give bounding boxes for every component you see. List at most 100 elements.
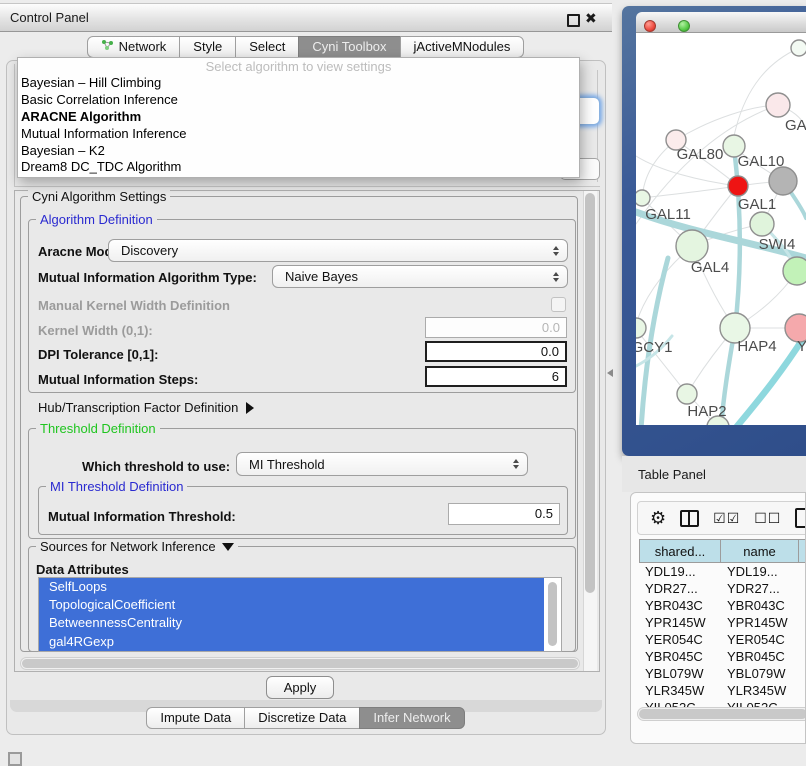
algorithm-option[interactable]: Basic Correlation Inference	[18, 92, 579, 109]
attribute-item[interactable]: TopologicalCoefficient	[39, 596, 544, 614]
network-edge	[642, 186, 738, 198]
hidden-groupbox-bottom-border	[14, 186, 600, 187]
table-row[interactable]: YLR345WYLR345W9.	[639, 682, 806, 699]
dpi-tolerance-field[interactable]: 0.0	[425, 341, 567, 362]
collapse-down-icon[interactable]	[222, 543, 234, 551]
table-cell: YBL079W	[721, 665, 800, 682]
tab-discretize-data[interactable]: Discretize Data	[244, 707, 360, 729]
table-row[interactable]: YDL19...YDL19...13	[639, 563, 806, 580]
attribute-item[interactable]: gal4RGexp	[39, 633, 544, 651]
network-edge	[676, 105, 778, 140]
mi-threshold-field[interactable]: 0.5	[448, 503, 560, 525]
aracne-mode-select[interactable]: Discovery	[108, 239, 568, 262]
column-header[interactable]	[798, 539, 806, 563]
network-node[interactable]	[769, 167, 797, 195]
float-window-icon[interactable]	[567, 14, 580, 27]
table-cell: YBR043C	[721, 597, 800, 614]
control-panel-title: Control Panel	[10, 10, 89, 25]
node-label: GAL4	[691, 259, 729, 276]
table-body: YDL19...YDL19...13YDR27...YDR27...12YBR0…	[639, 563, 806, 713]
attribute-item[interactable]: BetweennessCentrality	[39, 614, 544, 632]
table-panel-title: Table Panel	[638, 467, 706, 482]
deselect-all-icon[interactable]: ☐☐	[754, 510, 781, 527]
close-icon[interactable]: ✖	[585, 10, 597, 27]
kernel-width-field[interactable]: 0.0	[425, 317, 567, 338]
algorithm-option[interactable]: Bayesian – K2	[18, 143, 579, 160]
table-row[interactable]: YDR27...YDR27...12	[639, 580, 806, 597]
list-scrollbar-thumb[interactable]	[548, 582, 557, 646]
manual-kernel-width-checkbox[interactable]	[551, 297, 566, 312]
horizontal-scrollbar-thumb[interactable]	[22, 659, 578, 668]
tab-network[interactable]: Network	[87, 36, 181, 58]
hub-definition-toggle[interactable]: Hub/Transcription Factor Definition	[38, 400, 254, 415]
document-icon[interactable]	[795, 508, 806, 528]
network-view-window[interactable]: GALGAL80GAL10GAL11GAL1SWI4GAL4GCY1HAP4YH…	[622, 6, 806, 456]
mi-threshold-legend: MI Threshold Definition	[46, 480, 187, 494]
network-node[interactable]	[728, 176, 748, 196]
mi-steps-label: Mutual Information Steps:	[38, 372, 198, 387]
table-row[interactable]: YBR043CYBR043C	[639, 597, 806, 614]
network-node-gal1[interactable]	[750, 212, 774, 236]
table-row[interactable]: YBR045CYBR045C9.	[639, 648, 806, 665]
table-row[interactable]: YBL079WYBL079W	[639, 665, 806, 682]
network-window-title-bar[interactable]	[636, 12, 806, 33]
mi-algorithm-type-value: Naive Bayes	[273, 269, 551, 284]
network-node-gal11[interactable]	[636, 190, 650, 206]
zoom-traffic-icon[interactable]	[678, 20, 690, 32]
tab-jactivemnodules[interactable]: jActiveMNodules	[400, 36, 525, 58]
algorithm-option[interactable]: Dream8 DC_TDC Algorithm	[18, 159, 579, 176]
table-row[interactable]: YER054CYER054C8.	[639, 631, 806, 648]
minimize-traffic-icon[interactable]	[661, 20, 673, 32]
table-header-row: shared...name	[639, 539, 806, 563]
table-horizontal-scrollbar[interactable]	[637, 707, 806, 721]
table-row[interactable]: YPR145WYPR145W9.	[639, 614, 806, 631]
horizontal-scrollbar[interactable]	[20, 657, 580, 670]
tab-select[interactable]: Select	[235, 36, 299, 58]
algorithm-option[interactable]: ARACNE Algorithm	[18, 109, 579, 126]
apply-button[interactable]: Apply	[266, 676, 334, 699]
table-cell: 13	[800, 563, 806, 580]
attribute-item[interactable]: SelfLoops	[39, 578, 544, 596]
tab-cyni-toolbox[interactable]: Cyni Toolbox	[298, 36, 400, 58]
corner-grip-icon[interactable]	[8, 752, 22, 766]
expand-right-icon[interactable]	[246, 402, 254, 414]
network-node-gcy1[interactable]	[636, 318, 646, 338]
control-panel-title-bar[interactable]: Control Panel ✖	[0, 3, 612, 32]
tab-style[interactable]: Style	[179, 36, 236, 58]
node-label: HAP4	[737, 338, 776, 355]
which-threshold-select[interactable]: MI Threshold	[236, 452, 528, 476]
network-canvas[interactable]: GALGAL80GAL10GAL11GAL1SWI4GAL4GCY1HAP4YH…	[636, 33, 806, 425]
mi-algorithm-type-select[interactable]: Naive Bayes	[272, 265, 568, 288]
table-hscrollbar-thumb[interactable]	[639, 709, 806, 719]
split-columns-icon[interactable]	[680, 510, 699, 527]
tab-infer-network[interactable]: Infer Network	[359, 707, 464, 729]
network-node-gal[interactable]	[766, 93, 790, 117]
table-cell: YPR145W	[721, 614, 800, 631]
panel-splitter-arrow[interactable]	[607, 369, 613, 377]
node-label: GAL1	[738, 196, 776, 213]
network-node[interactable]	[791, 40, 806, 56]
tab-label: Network	[119, 37, 167, 57]
column-header[interactable]: shared...	[639, 539, 721, 563]
algorithm-option[interactable]: Mutual Information Inference	[18, 126, 579, 143]
network-node-hap2[interactable]	[677, 384, 697, 404]
combo-arrows-icon	[551, 246, 560, 256]
which-threshold-value: MI Threshold	[237, 457, 511, 472]
table-cell: 12	[800, 580, 806, 597]
data-attributes-list: SelfLoopsTopologicalCoefficientBetweenne…	[38, 577, 562, 652]
close-traffic-icon[interactable]	[644, 20, 656, 32]
bottom-tab-bar: Impute DataDiscretize DataInfer Network	[0, 707, 612, 730]
gear-icon[interactable]: ⚙	[650, 509, 666, 527]
select-all-icon[interactable]: ☑☑	[713, 510, 740, 527]
node-label: GAL	[785, 117, 806, 134]
network-node-swi4[interactable]	[783, 257, 806, 285]
kernel-width-label: Kernel Width (0,1):	[38, 323, 153, 338]
tab-impute-data[interactable]: Impute Data	[146, 707, 245, 729]
mi-steps-field[interactable]: 6	[425, 366, 567, 387]
algorithm-option[interactable]: Bayesian – Hill Climbing	[18, 75, 579, 92]
column-header[interactable]: name	[720, 539, 799, 563]
sources-legend[interactable]: Sources for Network Inference	[36, 540, 238, 554]
table-cell: YLR345W	[639, 682, 721, 699]
network-node-gal4[interactable]	[676, 230, 708, 262]
vertical-scrollbar-thumb[interactable]	[585, 193, 595, 593]
